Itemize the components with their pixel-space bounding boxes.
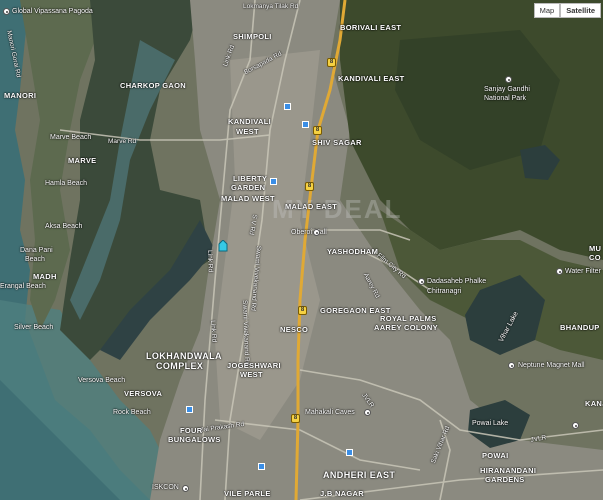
- label-malad-west: MALAD WEST: [221, 194, 275, 203]
- label-shiv-sagar: SHIV SAGAR: [312, 138, 362, 147]
- mall-marker-icon[interactable]: [313, 229, 320, 236]
- label-lokhandwala-2: COMPLEX: [156, 361, 204, 371]
- label-hiranandani-2: GARDENS: [485, 475, 525, 484]
- label-dadasaheb-2: Chitranagri: [427, 288, 462, 295]
- label-aarey-colony: AAREY COLONY: [374, 323, 438, 332]
- label-dana-pani-2: Beach: [25, 256, 45, 263]
- label-shimpoli: SHIMPOLI: [233, 32, 272, 41]
- map-imagery: [0, 0, 603, 500]
- transit-icon[interactable]: [302, 121, 309, 128]
- label-four-bungalows-1: FOUR: [180, 426, 203, 435]
- satellite-map[interactable]: MY DEAL Global Vipassana Pagoda Lokmanya…: [0, 0, 603, 500]
- label-versova: VERSOVA: [124, 389, 163, 398]
- label-link-rd-south: Link Rd: [209, 320, 218, 343]
- label-marve-beach: Marve Beach: [50, 134, 92, 141]
- label-malad-east: MALAD EAST: [285, 202, 338, 211]
- label-global-vipassana: Global Vipassana Pagoda: [12, 8, 93, 15]
- label-versova-beach: Versova Beach: [78, 377, 126, 384]
- label-madh: MADH: [33, 272, 57, 281]
- transit-icon[interactable]: [284, 103, 291, 110]
- label-kandivali-west-2: WEST: [236, 127, 259, 136]
- label-kanj: KANJ: [585, 399, 603, 408]
- label-marve: MARVE: [68, 156, 97, 165]
- highway-shield-icon: 8: [298, 306, 307, 315]
- label-jb-nagar: J.B NAGAR: [320, 489, 364, 498]
- label-iskcon: ISKCON: [152, 484, 179, 491]
- transit-icon[interactable]: [346, 449, 353, 456]
- pagoda-marker-icon[interactable]: [3, 8, 10, 15]
- label-sanjay-gandhi: Sanjay Gandhi: [484, 86, 530, 93]
- label-aksa-beach: Aksa Beach: [45, 223, 83, 230]
- label-kandivali-west-1: KANDIVALI: [228, 117, 271, 126]
- transit-icon[interactable]: [186, 406, 193, 413]
- label-hiranandani-1: HIRANANDANI: [480, 466, 537, 475]
- transit-icon[interactable]: [270, 178, 277, 185]
- label-neptune-mall: Neptune Magnet Mall: [518, 362, 585, 369]
- label-marve-rd: Marve Rd: [108, 138, 137, 145]
- transit-icon[interactable]: [258, 463, 265, 470]
- label-powai-lake: Powai Lake: [472, 420, 509, 427]
- label-powai: POWAI: [482, 451, 509, 460]
- label-charkop-gaon: CHARKOP GAON: [120, 81, 186, 90]
- highway-shield-icon: 8: [327, 58, 336, 67]
- label-borivali-east: BORIVALI EAST: [340, 23, 402, 32]
- label-bhandup: BHANDUP: [560, 323, 600, 332]
- label-jogeshwari-1: JOGESHWARI: [227, 361, 281, 370]
- marker-icon[interactable]: [572, 422, 579, 429]
- label-dadasaheb-1: Dadasaheb Phalke: [427, 278, 487, 285]
- caves-marker-icon[interactable]: [364, 409, 371, 416]
- label-dana-pani-1: Dana Pani: [20, 247, 53, 254]
- label-manori: MANORI: [4, 91, 37, 100]
- label-four-bungalows-2: BUNGALOWS: [168, 435, 221, 444]
- label-kandivali-east: KANDIVALI EAST: [338, 74, 405, 83]
- location-pin-icon[interactable]: [218, 239, 228, 252]
- highway-shield-icon: 8: [313, 126, 322, 135]
- label-hamla-beach: Hamla Beach: [45, 180, 88, 187]
- label-erangal-beach: Erangal Beach: [0, 283, 46, 290]
- label-jogeshwari-2: WEST: [240, 370, 263, 379]
- label-andheri-east: ANDHERI EAST: [323, 470, 396, 480]
- label-nesco: NESCO: [280, 325, 309, 334]
- highway-shield-icon: 8: [305, 182, 314, 191]
- label-royal-palms: ROYAL PALMS: [380, 314, 437, 323]
- label-vile-parle: VILE PARLE: [224, 489, 271, 498]
- mall-marker-icon[interactable]: [508, 362, 515, 369]
- label-lokmanya-tilak-rd: Lokmanya Tilak Rd: [243, 3, 299, 10]
- park-marker-icon[interactable]: [505, 76, 512, 83]
- label-water-filter: Water Filter: [565, 268, 601, 275]
- label-lokhandwala-1: LOKHANDWALA: [146, 351, 222, 361]
- label-link-rd-mid: Link Rd: [206, 250, 214, 273]
- label-yashodham: YASHODHAM: [327, 247, 379, 256]
- label-liberty-garden-2: GARDEN: [231, 183, 266, 192]
- label-ms-cut-1: MU: [589, 244, 602, 253]
- map-type-map-button[interactable]: Map: [533, 3, 561, 18]
- label-rock-beach: Rock Beach: [113, 409, 151, 416]
- water-filter-marker-icon[interactable]: [556, 268, 563, 275]
- label-oberoi-mall: Oberoi Mall: [291, 229, 327, 236]
- temple-marker-icon[interactable]: [182, 485, 189, 492]
- label-silver-beach: Silver Beach: [14, 324, 54, 331]
- label-liberty-garden-1: LIBERTY: [233, 174, 268, 183]
- map-type-satellite-button[interactable]: Satellite: [560, 3, 601, 18]
- label-mahakali-caves: Mahakali Caves: [305, 409, 355, 416]
- studio-marker-icon[interactable]: [418, 278, 425, 285]
- map-type-control: Map Satellite: [533, 3, 601, 18]
- label-national-park: National Park: [484, 95, 527, 102]
- highway-shield-icon: 8: [291, 414, 300, 423]
- label-ms-cut-2: CO: [589, 253, 601, 262]
